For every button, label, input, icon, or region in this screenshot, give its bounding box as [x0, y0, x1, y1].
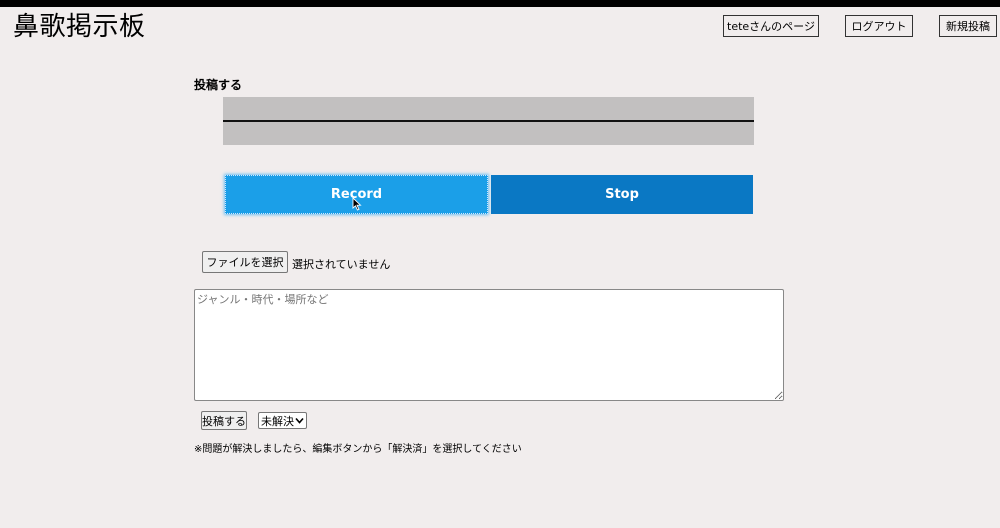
stop-button[interactable]: Stop — [491, 175, 753, 214]
file-select-button[interactable]: ファイルを選択 — [202, 251, 288, 273]
status-selected-value: 未解決 — [261, 414, 294, 428]
window-top-bar — [0, 0, 1000, 7]
chevron-down-icon — [295, 417, 304, 424]
new-post-button[interactable]: 新規投稿 — [939, 15, 997, 37]
my-page-button[interactable]: teteさんのページ — [723, 15, 819, 37]
waveform-line — [223, 120, 754, 122]
logout-button[interactable]: ログアウト — [845, 15, 913, 37]
resolution-note: ※問題が解決しましたら、編集ボタンから「解決済」を選択してください — [194, 444, 522, 455]
submit-post-button[interactable]: 投稿する — [201, 411, 247, 430]
mouse-cursor-icon — [352, 197, 362, 211]
status-select[interactable]: 未解決 — [258, 412, 307, 429]
post-section-heading: 投稿する — [194, 78, 243, 92]
audio-waveform-visualizer — [223, 97, 754, 145]
site-title: 鼻歌掲示板 — [13, 12, 146, 42]
file-status-text: 選択されていません — [292, 258, 391, 271]
comment-textarea[interactable] — [194, 289, 784, 401]
